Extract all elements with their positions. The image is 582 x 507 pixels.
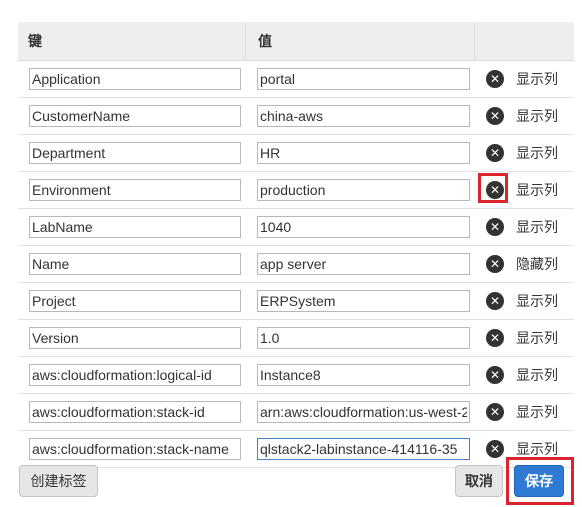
tag-key-input[interactable] xyxy=(29,179,241,201)
tag-row: ✕ 显示列 xyxy=(18,357,574,394)
column-visibility-toggle[interactable]: 显示列 xyxy=(516,328,558,348)
tag-row: ✕ 显示列 xyxy=(18,209,574,246)
close-circle-icon[interactable]: ✕ xyxy=(486,292,504,310)
tag-row: ✕ 隐藏列 xyxy=(18,246,574,283)
close-circle-icon[interactable]: ✕ xyxy=(478,173,508,203)
column-visibility-toggle[interactable]: 显示列 xyxy=(516,106,558,126)
tag-key-input[interactable] xyxy=(29,401,241,423)
tag-value-input[interactable] xyxy=(257,68,470,90)
tag-value-input[interactable] xyxy=(257,142,470,164)
cancel-button[interactable]: 取消 xyxy=(455,465,503,497)
tag-key-input[interactable] xyxy=(29,290,241,312)
close-circle-icon[interactable]: ✕ xyxy=(486,366,504,384)
close-circle-icon[interactable]: ✕ xyxy=(486,107,504,125)
tag-row: ✕ 显示列 xyxy=(18,172,574,209)
close-circle-icon[interactable]: ✕ xyxy=(486,440,504,458)
close-circle-icon[interactable]: ✕ xyxy=(486,144,504,162)
tag-row: ✕ 显示列 xyxy=(18,394,574,431)
column-visibility-toggle[interactable]: 显示列 xyxy=(516,69,558,89)
tag-value-input[interactable] xyxy=(257,216,470,238)
close-circle-icon[interactable]: ✕ xyxy=(486,218,504,236)
actions-column-header xyxy=(475,22,574,60)
column-visibility-toggle[interactable]: 显示列 xyxy=(516,143,558,163)
column-visibility-toggle[interactable]: 隐藏列 xyxy=(516,254,558,274)
close-circle-icon[interactable]: ✕ xyxy=(486,329,504,347)
tag-value-input[interactable] xyxy=(257,401,470,423)
tag-key-input[interactable] xyxy=(29,105,241,127)
tag-row: ✕ 显示列 xyxy=(18,98,574,135)
tag-value-input[interactable] xyxy=(257,364,470,386)
tag-row: ✕ 显示列 xyxy=(18,320,574,357)
tag-key-input[interactable] xyxy=(29,253,241,275)
tag-value-input[interactable] xyxy=(257,438,470,460)
tag-key-input[interactable] xyxy=(29,216,241,238)
tag-key-input[interactable] xyxy=(29,438,241,460)
tag-value-input[interactable] xyxy=(257,105,470,127)
column-visibility-toggle[interactable]: 显示列 xyxy=(516,217,558,237)
tag-row: ✕ 显示列 xyxy=(18,431,574,468)
tag-row: ✕ 显示列 xyxy=(18,283,574,320)
tag-row: ✕ 显示列 xyxy=(18,135,574,172)
column-visibility-toggle[interactable]: 显示列 xyxy=(516,402,558,422)
tag-key-input[interactable] xyxy=(29,327,241,349)
tag-editor-table: 键 值 ✕ 显示列 ✕ 显示列 ✕ 显示列 ✕ 显示列 ✕ 显示列 ✕ 隐藏列 xyxy=(18,22,574,468)
value-column-header: 值 xyxy=(246,22,475,60)
key-column-header: 键 xyxy=(18,22,246,60)
close-circle-icon[interactable]: ✕ xyxy=(486,403,504,421)
column-visibility-toggle[interactable]: 显示列 xyxy=(516,180,558,200)
tag-key-input[interactable] xyxy=(29,68,241,90)
column-visibility-toggle[interactable]: 显示列 xyxy=(516,439,558,459)
table-header: 键 值 xyxy=(18,22,574,61)
save-button[interactable]: 保存 xyxy=(514,465,564,497)
tag-value-input[interactable] xyxy=(257,253,470,275)
close-circle-icon[interactable]: ✕ xyxy=(486,255,504,273)
tag-value-input[interactable] xyxy=(257,179,470,201)
tag-value-input[interactable] xyxy=(257,327,470,349)
column-visibility-toggle[interactable]: 显示列 xyxy=(516,291,558,311)
tag-value-input[interactable] xyxy=(257,290,470,312)
column-visibility-toggle[interactable]: 显示列 xyxy=(516,365,558,385)
close-circle-icon[interactable]: ✕ xyxy=(486,70,504,88)
create-tag-button[interactable]: 创建标签 xyxy=(19,465,98,497)
tag-key-input[interactable] xyxy=(29,142,241,164)
tag-key-input[interactable] xyxy=(29,364,241,386)
tag-row: ✕ 显示列 xyxy=(18,61,574,98)
